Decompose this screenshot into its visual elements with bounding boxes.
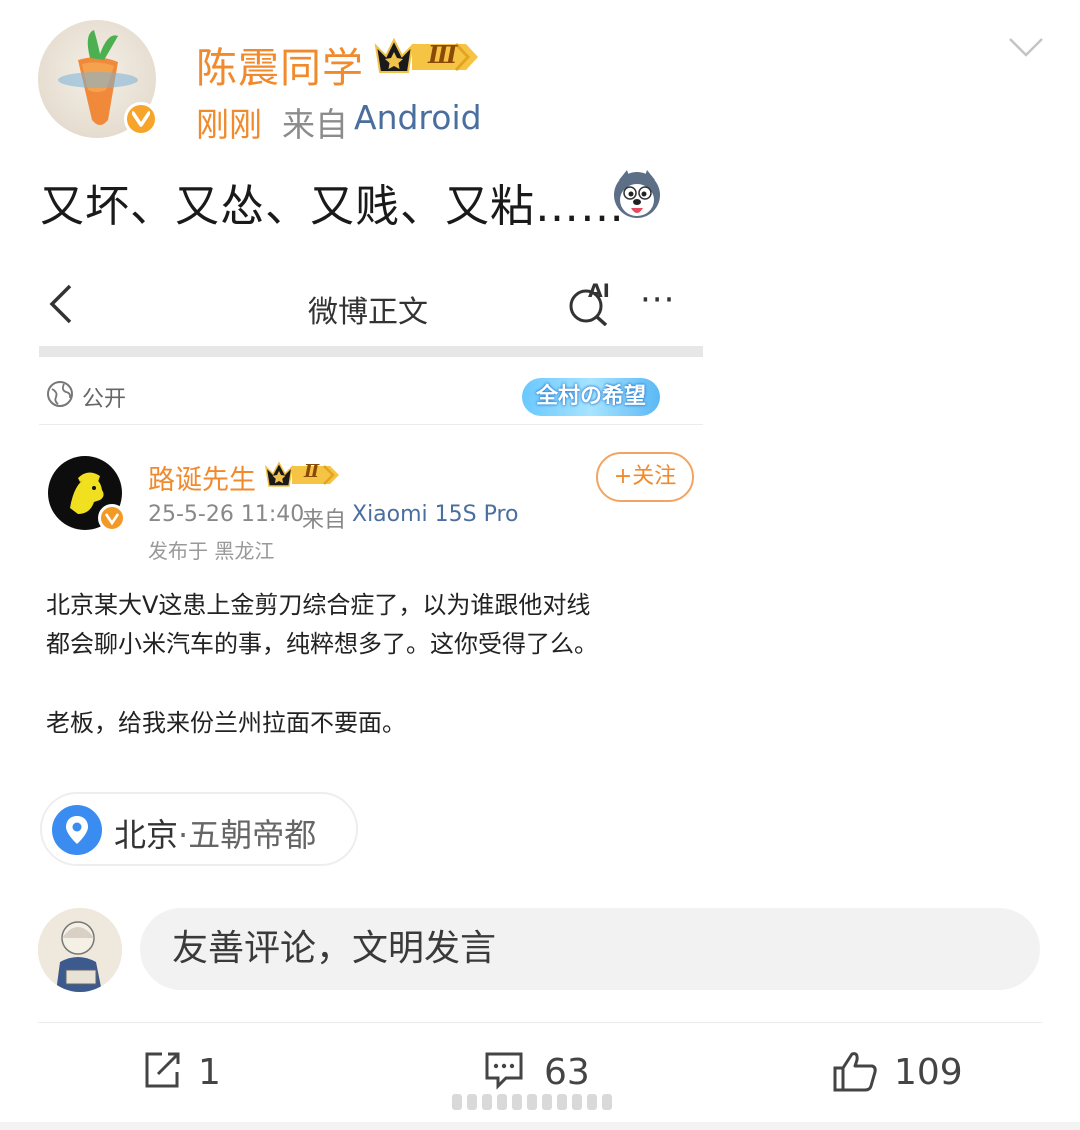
comment-input[interactable]: 友善评论，文明发言: [140, 908, 1040, 990]
embedded-author-name[interactable]: 路诞先生: [148, 458, 256, 497]
ai-search-icon[interactable]: AI: [566, 280, 616, 330]
location-chip-label[interactable]: 北京·五朝帝都: [114, 810, 316, 856]
author-name[interactable]: 陈震同学: [196, 34, 364, 94]
level-badge-numeral: Ⅲ: [428, 40, 458, 69]
repost-count[interactable]: 1: [198, 1052, 221, 1093]
comment-count[interactable]: 63: [544, 1052, 590, 1093]
comment-icon[interactable]: [484, 1050, 524, 1094]
embedded-body-line: 老板，给我来份兰州拉面不要面。: [46, 709, 406, 737]
divider: [38, 1022, 1042, 1023]
back-arrow-icon[interactable]: [48, 284, 74, 328]
visibility-label: 公开: [82, 387, 127, 412]
section-divider: [39, 346, 703, 357]
post-source-prefix: 来自: [282, 105, 348, 144]
pixelated-watermark: [452, 1094, 626, 1112]
post-time: 刚刚: [196, 105, 262, 144]
location-city: 北京: [114, 816, 179, 854]
globe-icon: [46, 380, 74, 412]
embedded-source-prefix: 来自: [302, 508, 347, 533]
verified-badge: [124, 102, 158, 136]
embedded-body-line: 北京某大V这患上金剪刀综合症了，以为谁跟他对线: [46, 591, 591, 619]
embedded-nav-title: 微博正文: [308, 295, 428, 330]
follow-button[interactable]: +关注: [596, 452, 694, 502]
embedded-post-time: 25-5-26 11:40: [148, 502, 305, 527]
member-level-badge[interactable]: Ⅱ: [264, 460, 344, 494]
bottom-divider: [0, 1122, 1080, 1130]
post-text: 又坏、又怂、又贱、又粘……: [40, 181, 625, 232]
embedded-device[interactable]: Xiaomi 15S Pro: [352, 502, 519, 527]
embedded-body-line: 都会聊小米汽车的事，纯粹想多了。这你受得了么。: [46, 630, 598, 658]
location-separator: ·: [178, 816, 189, 854]
member-level-badge[interactable]: Ⅲ: [372, 36, 482, 82]
verified-badge: [98, 504, 126, 532]
like-count[interactable]: 109: [894, 1052, 963, 1093]
like-thumb-icon[interactable]: [832, 1050, 878, 1096]
author-avatar[interactable]: [38, 20, 158, 138]
embedded-post-location: 发布于 黑龙江: [148, 539, 275, 563]
chevron-down-icon[interactable]: [1008, 36, 1044, 62]
repost-icon[interactable]: [142, 1050, 182, 1094]
location-name: 五朝帝都: [188, 816, 317, 854]
divider: [39, 424, 703, 425]
location-pin-icon: [52, 805, 102, 859]
sticker-badge: 全村の希望: [522, 378, 660, 416]
current-user-avatar[interactable]: [38, 908, 122, 992]
level-badge-numeral: Ⅱ: [304, 461, 320, 482]
post-device[interactable]: Android: [354, 98, 482, 137]
more-options-icon[interactable]: ···: [640, 280, 675, 320]
ai-label: AI: [588, 280, 610, 302]
husky-emoji-icon: [611, 168, 663, 220]
